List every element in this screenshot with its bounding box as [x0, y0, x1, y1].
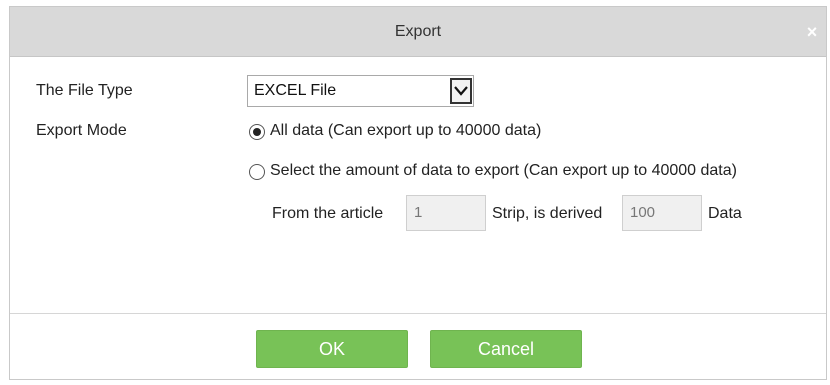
- strip-derived-label: Strip, is derived: [492, 205, 603, 222]
- cancel-button[interactable]: Cancel: [430, 330, 582, 368]
- close-icon[interactable]: ×: [802, 22, 822, 42]
- chevron-down-icon[interactable]: [450, 78, 472, 104]
- file-type-label: The File Type: [36, 82, 133, 99]
- dialog-titlebar: Export ×: [10, 7, 826, 57]
- radio-select-amount-label[interactable]: Select the amount of data to export (Can…: [270, 162, 737, 180]
- ok-button[interactable]: OK: [256, 330, 408, 368]
- file-type-select[interactable]: EXCEL File: [247, 75, 474, 107]
- from-article-input[interactable]: 1: [406, 195, 486, 231]
- export-mode-label: Export Mode: [36, 122, 127, 139]
- export-dialog: Export × The File Type EXCEL File Export…: [9, 6, 827, 380]
- radio-all-data-label[interactable]: All data (Can export up to 40000 data): [270, 122, 541, 140]
- radio-selected-dot: [253, 128, 261, 136]
- footer-divider: [10, 313, 826, 314]
- from-article-label: From the article: [272, 205, 384, 222]
- radio-all-data[interactable]: [249, 124, 265, 140]
- file-type-value: EXCEL File: [254, 82, 337, 99]
- dialog-title: Export: [394, 23, 442, 40]
- count-input[interactable]: 100: [622, 195, 702, 231]
- data-label: Data: [708, 205, 742, 222]
- radio-select-amount[interactable]: [249, 164, 265, 180]
